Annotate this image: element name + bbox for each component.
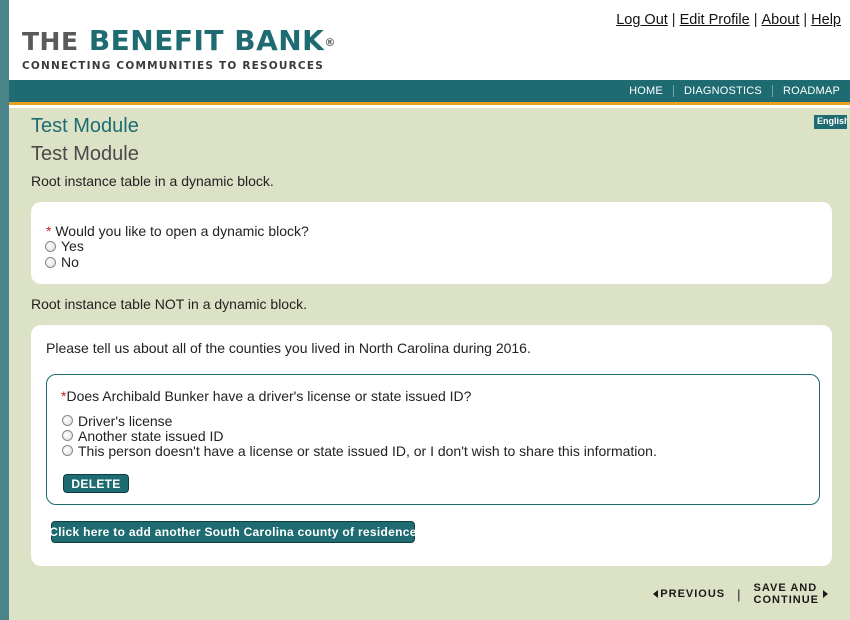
page-navigation: PREVIOUS | SAVE AND CONTINUE: [653, 582, 828, 606]
radio-button[interactable]: [45, 240, 56, 252]
benefit-bank-logo[interactable]: THE BENEFIT BANK® CONNECTING COMMUNITIES…: [22, 26, 336, 73]
instance-row-box: *Does Archibald Bunker have a driver's l…: [46, 374, 820, 505]
save-continue-button[interactable]: SAVE AND CONTINUE: [754, 582, 828, 606]
add-county-button[interactable]: Click here to add another South Carolina…: [49, 521, 416, 543]
footer-separator: |: [737, 586, 742, 602]
radio-button[interactable]: [62, 430, 73, 441]
logo-tagline: CONNECTING COMMUNITIES TO RESOURCES: [22, 60, 324, 72]
save-continue-line2: CONTINUE: [753, 594, 819, 606]
option-drivers-license[interactable]: Driver's license: [62, 412, 657, 429]
site-header: THE BENEFIT BANK® CONNECTING COMMUNITIES…: [9, 0, 850, 80]
account-links: Log Out | Edit Profile | About | Help: [616, 12, 841, 28]
option-label: Driver's license: [78, 412, 173, 429]
link-separator: |: [671, 12, 676, 28]
link-separator: |: [753, 12, 758, 28]
option-no[interactable]: No: [45, 254, 84, 270]
page-subtitle: Test Module: [31, 143, 139, 165]
license-question: *Does Archibald Bunker have a driver's l…: [61, 388, 471, 404]
option-state-id[interactable]: Another state issued ID: [62, 427, 657, 444]
left-edge-strip: [0, 0, 9, 620]
logo-the: THE: [22, 27, 79, 56]
nav-items: HOME DIAGNOSTICS ROADMAP: [619, 80, 850, 102]
language-button[interactable]: English: [814, 115, 847, 129]
counties-card: Please tell us about all of the counties…: [31, 325, 832, 566]
nav-home[interactable]: HOME: [619, 85, 673, 97]
save-continue-line1: SAVE AND: [753, 582, 818, 594]
option-label: Yes: [61, 238, 84, 254]
edit-profile-link[interactable]: Edit Profile: [680, 12, 750, 28]
dynamic-block-card: * Would you like to open a dynamic block…: [31, 202, 832, 284]
link-separator: |: [803, 12, 808, 28]
nav-roadmap[interactable]: ROADMAP: [773, 85, 850, 97]
nav-diagnostics[interactable]: DIAGNOSTICS: [674, 85, 772, 97]
left-triangle-icon: [653, 590, 659, 598]
about-link[interactable]: About: [761, 12, 799, 28]
section-description-static: Root instance table NOT in a dynamic blo…: [31, 296, 307, 312]
option-no-license[interactable]: This person doesn't have a license or st…: [62, 442, 657, 459]
delete-button[interactable]: DELETE: [63, 474, 129, 493]
page-title: Test Module: [31, 115, 139, 137]
radio-button[interactable]: [45, 256, 56, 268]
option-yes[interactable]: Yes: [45, 238, 84, 254]
dynamic-block-options: Yes No: [45, 238, 84, 270]
option-label: Another state issued ID: [78, 427, 224, 444]
logout-link[interactable]: Log Out: [616, 12, 668, 28]
radio-button[interactable]: [62, 445, 73, 456]
help-link[interactable]: Help: [811, 12, 841, 28]
option-label: No: [61, 254, 79, 270]
main-nav-bar: HOME DIAGNOSTICS ROADMAP: [9, 80, 850, 105]
question-text: Does Archibald Bunker have a driver's li…: [66, 388, 472, 404]
right-triangle-icon: [823, 590, 828, 598]
section-description-dynamic: Root instance table in a dynamic block.: [31, 173, 274, 189]
previous-button[interactable]: PREVIOUS: [653, 588, 725, 600]
main-content: English Test Module Test Module Root ins…: [9, 108, 850, 620]
counties-intro: Please tell us about all of the counties…: [46, 340, 531, 356]
save-continue-label: SAVE AND CONTINUE: [754, 582, 819, 606]
license-options: Driver's license Another state issued ID…: [62, 412, 657, 459]
radio-button[interactable]: [62, 415, 73, 426]
option-label: This person doesn't have a license or st…: [78, 442, 657, 459]
logo-title: THE BENEFIT BANK®: [22, 26, 336, 57]
question-text: Would you like to open a dynamic block?: [51, 223, 309, 239]
previous-label: PREVIOUS: [660, 588, 726, 600]
logo-registered-mark: ®: [324, 36, 336, 49]
logo-main: BENEFIT BANK: [88, 24, 325, 57]
dynamic-block-question: * Would you like to open a dynamic block…: [46, 223, 309, 239]
